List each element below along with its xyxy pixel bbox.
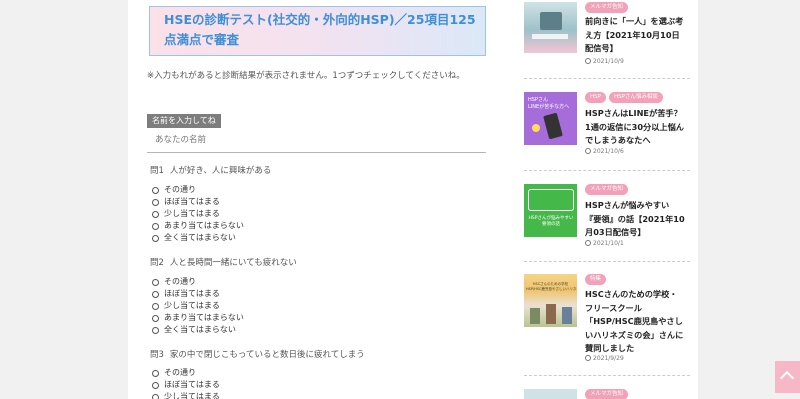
sidebar: メルマガ告知 前向きに「一人」を選ぶ考え方【2021年10月10日配信号】 20… xyxy=(508,0,698,399)
question-1-title: 問1 人が好き、人に興味がある xyxy=(150,166,272,176)
radio-icon xyxy=(152,210,159,218)
diagnosis-title: HSEの診断テスト(社交的・外向的HSP)／25項目125点満点で審査 xyxy=(149,6,486,56)
post-title[interactable]: 前向きに「一人」を選ぶ考え方【2021年10月10日配信号】 xyxy=(585,15,685,56)
radio-icon xyxy=(152,369,159,377)
input-note: ※入力もれがあると診断結果が表示されません。1つずつチェックしてくださいね。 xyxy=(147,71,465,81)
sidebar-post[interactable]: HSPさん LINEが苦手な方へ HSP HSPさん悩み相談 HSPさんはLINE… xyxy=(524,92,684,162)
sidebar-post[interactable]: メルマガ告知 xyxy=(524,389,684,399)
back-to-top-button[interactable] xyxy=(775,361,800,393)
sidebar-post[interactable]: HSCさんのための学校 HSP/HSC鹿児島やさしいハリネズミの会 特集 HSC… xyxy=(524,274,684,369)
question-3-options: その通り ほぼ当てはまる 少し当てはまる xyxy=(152,367,220,399)
name-input[interactable] xyxy=(147,128,486,153)
radio-icon xyxy=(152,234,159,242)
option-radio[interactable]: 少し当てはまる xyxy=(152,300,244,312)
sidebar-post[interactable]: メルマガ告知 前向きに「一人」を選ぶ考え方【2021年10月10日配信号】 20… xyxy=(524,0,684,70)
post-tag[interactable]: メルマガ告知 xyxy=(585,2,629,13)
option-radio[interactable]: その通り xyxy=(152,367,220,379)
post-date: 2021/10/1 xyxy=(585,240,624,247)
post-tag[interactable]: メルマガ告知 xyxy=(585,184,629,195)
radio-icon xyxy=(152,314,159,322)
radio-icon xyxy=(152,393,159,399)
post-date: 2021/10/6 xyxy=(585,148,624,155)
radio-icon xyxy=(152,326,159,334)
clock-icon xyxy=(585,240,591,246)
option-radio[interactable]: ほぼ当てはまる xyxy=(152,288,244,300)
question-2-title: 問2 人と長時間一緒にいても疲れない xyxy=(150,258,297,268)
clock-icon xyxy=(585,355,591,361)
post-title[interactable]: HSPさんが悩みやすい『要領』の話【2021年10月03日配信号】 xyxy=(585,199,685,240)
post-tag[interactable]: 特集 xyxy=(585,274,607,285)
post-thumbnail[interactable]: HSCさんのための学校 HSP/HSC鹿児島やさしいハリネズミの会 xyxy=(524,274,577,327)
chevron-up-icon xyxy=(779,370,795,386)
option-radio[interactable]: その通り xyxy=(152,184,244,196)
sidebar-post[interactable]: HSPさんが悩みやすい 要領の話 メルマガ告知 HSPさんが悩みやすい『要領』の… xyxy=(524,184,685,254)
option-radio[interactable]: 少し当てはまる xyxy=(152,391,220,399)
post-date: 2021/9/29 xyxy=(585,355,624,362)
radio-icon xyxy=(152,186,159,194)
clock-icon xyxy=(585,148,591,154)
option-radio[interactable]: あまり当てはまらない xyxy=(152,312,244,324)
radio-icon xyxy=(152,302,159,310)
post-thumbnail[interactable] xyxy=(524,2,577,53)
post-tag[interactable]: HSPさん悩み相談 xyxy=(608,92,663,103)
divider xyxy=(524,78,690,79)
option-radio[interactable]: 全く当てはまらない xyxy=(152,232,244,244)
option-radio[interactable]: ほぼ当てはまる xyxy=(152,196,244,208)
post-date: 2021/10/9 xyxy=(585,58,624,65)
radio-icon xyxy=(152,278,159,286)
radio-icon xyxy=(152,222,159,230)
name-label: 名前を入力してね xyxy=(147,114,221,128)
option-radio[interactable]: あまり当てはまらない xyxy=(152,220,244,232)
question-2-options: その通り ほぼ当てはまる 少し当てはまる あまり当てはまらない 全く当てはまらな… xyxy=(152,276,244,336)
radio-icon xyxy=(152,381,159,389)
post-tag[interactable]: メルマガ告知 xyxy=(585,389,629,399)
divider xyxy=(524,170,690,171)
post-thumbnail[interactable] xyxy=(524,389,577,399)
post-thumbnail[interactable]: HSPさんが悩みやすい 要領の話 xyxy=(524,184,577,237)
radio-icon xyxy=(152,290,159,298)
clock-icon xyxy=(585,58,591,64)
option-radio[interactable]: 少し当てはまる xyxy=(152,208,244,220)
divider xyxy=(524,261,690,262)
post-title[interactable]: HSCさんのための学校・フリースクール「HSP/HSC鹿児島やさしいハリネズミの… xyxy=(585,288,685,356)
divider xyxy=(524,375,690,376)
radio-icon xyxy=(152,198,159,206)
main-content: HSEの診断テスト(社交的・外向的HSP)／25項目125点満点で審査 ※入力も… xyxy=(128,0,508,399)
post-thumbnail[interactable]: HSPさん LINEが苦手な方へ xyxy=(524,92,577,145)
option-radio[interactable]: その通り xyxy=(152,276,244,288)
post-title[interactable]: HSPさんはLINEが苦手？1通の返信に30分以上悩んでしまうあなたへ xyxy=(585,107,685,148)
question-1-options: その通り ほぼ当てはまる 少し当てはまる あまり当てはまらない 全く当てはまらな… xyxy=(152,184,244,244)
option-radio[interactable]: ほぼ当てはまる xyxy=(152,379,220,391)
post-tag[interactable]: HSP xyxy=(585,92,606,103)
question-3-title: 問3 家の中で閉じこもっていると数日後に疲れてしまう xyxy=(150,350,365,360)
option-radio[interactable]: 全く当てはまらない xyxy=(152,324,244,336)
